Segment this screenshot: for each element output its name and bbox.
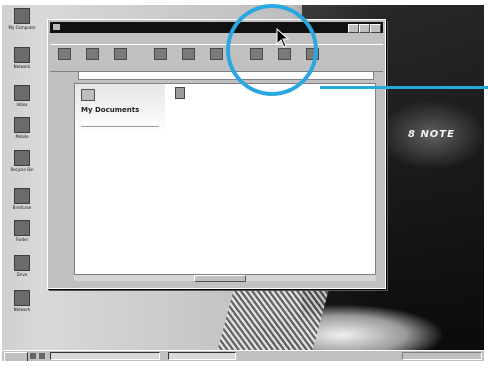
desktop-icon-label: My Computer	[8, 25, 36, 30]
desktop-icon-label: Drive	[16, 272, 28, 277]
toolbar	[50, 44, 383, 72]
taskbar-item[interactable]	[168, 352, 236, 360]
paste-icon	[209, 48, 223, 60]
desktop-icon-network-folder[interactable]: Network	[7, 290, 37, 312]
screenshot-stage: 8 NOTE My Computer Network Inbox Mobile …	[0, 0, 488, 370]
quick-launch-ie-icon[interactable]	[30, 353, 36, 359]
taskbar	[2, 350, 484, 361]
desktop-icon-briefcase[interactable]: Briefcase	[7, 188, 37, 210]
start-button[interactable]	[4, 352, 28, 361]
toolbar-up-button[interactable]	[110, 48, 130, 61]
address-input[interactable]	[78, 71, 374, 80]
drive-icon	[14, 255, 30, 271]
toolbar-copy-button[interactable]	[178, 48, 198, 61]
desktop-icon-label: Briefcase	[12, 205, 32, 210]
copy-icon	[181, 48, 195, 60]
network-icon	[14, 47, 30, 63]
minimize-button[interactable]	[348, 24, 359, 33]
mouse-pointer-icon	[276, 28, 290, 48]
desktop-icon-label: Mobile	[15, 134, 29, 139]
explorer-window[interactable]: My Documents	[47, 19, 386, 289]
desktop-icon-folder[interactable]: Folder	[7, 220, 37, 242]
mobile-icon	[14, 117, 30, 133]
desktop-icon-mobile[interactable]: Mobile	[7, 117, 37, 139]
folder-icon	[14, 220, 30, 236]
window-titlebar[interactable]	[50, 22, 383, 33]
wallpaper-grid-pattern	[217, 280, 332, 350]
desktop-icon-inbox[interactable]: Inbox	[7, 85, 37, 107]
up-folder-icon	[113, 48, 127, 60]
wallpaper-title: 8 NOTE	[408, 129, 455, 140]
my-computer-icon	[14, 8, 30, 24]
menu-bar	[50, 34, 383, 43]
desktop-icon-label: Inbox	[16, 102, 28, 107]
desktop-icon-label: Recycle Bin	[10, 167, 34, 172]
file-item[interactable]	[175, 87, 185, 99]
network-folder-icon	[14, 290, 30, 306]
maximize-button[interactable]	[359, 24, 370, 33]
callout-leader-line	[320, 86, 488, 89]
taskbar-item[interactable]	[50, 352, 160, 360]
cut-icon	[153, 48, 167, 60]
toolbar-paste-button[interactable]	[206, 48, 226, 61]
forward-icon	[85, 48, 99, 60]
desktop-icon-label: Network	[13, 64, 31, 69]
document-icon	[175, 87, 185, 99]
briefcase-icon	[14, 188, 30, 204]
toolbar-forward-button[interactable]	[82, 48, 102, 61]
system-tray	[402, 352, 482, 360]
quick-launch-desktop-icon[interactable]	[39, 353, 45, 359]
horizontal-scrollbar[interactable]	[74, 274, 376, 282]
address-bar	[50, 71, 383, 81]
recycle-bin-icon	[14, 150, 30, 166]
close-button[interactable]	[370, 24, 381, 33]
desktop-icon-drive[interactable]: Drive	[7, 255, 37, 277]
desktop-icon-label: Folder	[15, 237, 29, 242]
folder-icon	[81, 89, 95, 101]
status-bar	[50, 281, 383, 287]
folder-icon	[53, 24, 60, 30]
desktop-icon-label: Network	[13, 307, 31, 312]
desktop-icon-my-computer[interactable]: My Computer	[7, 8, 37, 30]
inbox-icon	[14, 85, 30, 101]
callout-circle	[226, 4, 318, 96]
desktop-icon-recycle-bin[interactable]: Recycle Bin	[7, 150, 37, 172]
folder-view: My Documents	[74, 83, 376, 275]
toolbar-cut-button[interactable]	[150, 48, 170, 61]
toolbar-back-button[interactable]	[54, 48, 74, 61]
folder-name: My Documents	[81, 106, 140, 114]
divider	[81, 126, 159, 127]
back-icon	[57, 48, 71, 60]
desktop-icon-network[interactable]: Network	[7, 47, 37, 69]
